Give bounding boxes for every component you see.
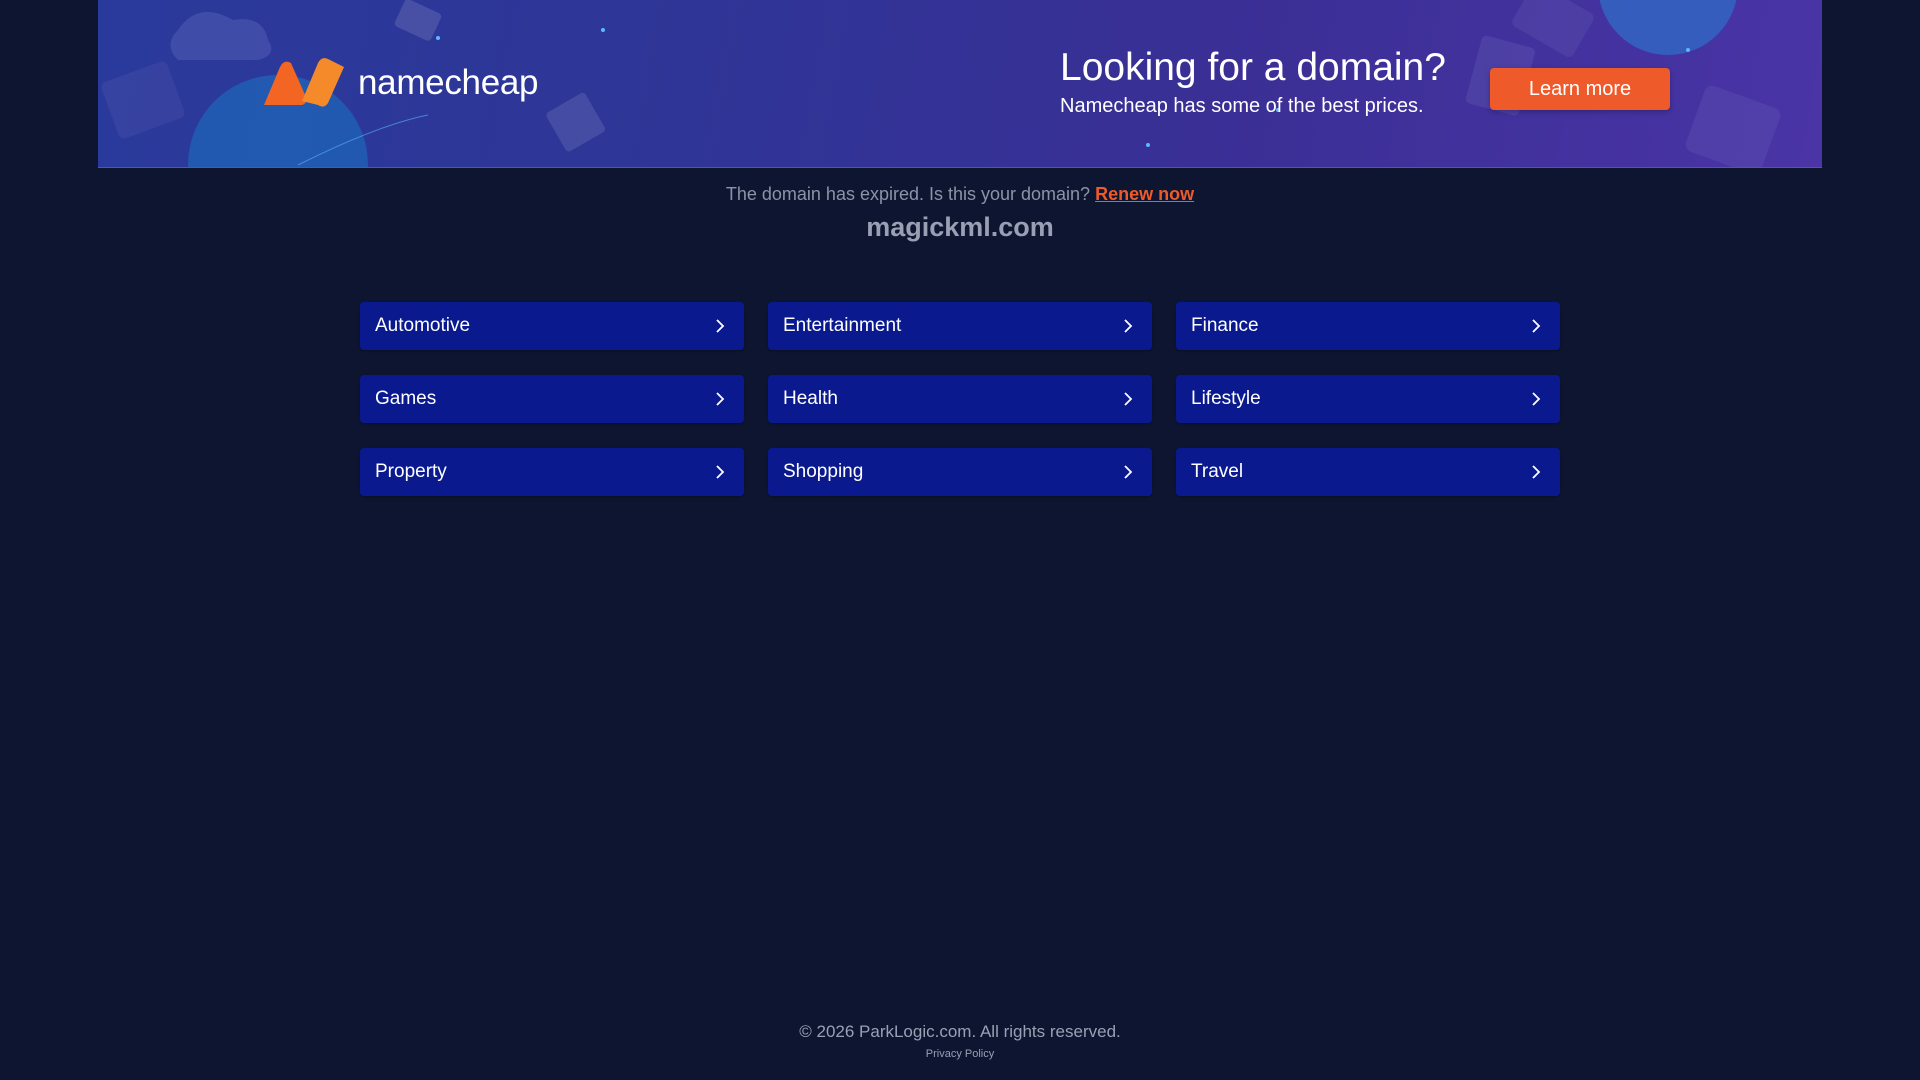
category-travel[interactable]: Travel: [1176, 448, 1560, 496]
category-shopping[interactable]: Shopping: [768, 448, 1152, 496]
chevron-right-icon: [716, 392, 725, 406]
category-entertainment[interactable]: Entertainment: [768, 302, 1152, 350]
category-finance[interactable]: Finance: [1176, 302, 1560, 350]
promo-text: Looking for a domain? Namecheap has some…: [1060, 44, 1446, 118]
category-label: Entertainment: [783, 315, 902, 336]
chevron-right-icon: [1532, 319, 1541, 333]
category-label: Property: [375, 461, 447, 482]
category-label: Health: [783, 388, 838, 409]
category-label: Shopping: [783, 461, 864, 482]
namecheap-ad-banner[interactable]: namecheap Looking for a domain? Namechea…: [98, 0, 1822, 168]
category-label: Lifestyle: [1191, 388, 1261, 409]
category-label: Travel: [1191, 461, 1244, 482]
namecheap-logo[interactable]: namecheap: [260, 57, 539, 109]
privacy-policy-link[interactable]: Privacy Policy: [926, 1048, 994, 1060]
promo-title: Looking for a domain?: [1060, 46, 1446, 89]
parked-domain-page: namecheap Looking for a domain? Namechea…: [0, 0, 1920, 1080]
chevron-right-icon: [1124, 319, 1133, 333]
chevron-right-icon: [716, 319, 725, 333]
category-health[interactable]: Health: [768, 375, 1152, 423]
category-label: Finance: [1191, 315, 1259, 336]
chevron-right-icon: [1532, 465, 1541, 479]
category-grid: Automotive Entertainment Finance Games H…: [360, 302, 1560, 496]
namecheap-logo-icon: [264, 58, 344, 107]
chevron-right-icon: [716, 465, 725, 479]
category-label: Automotive: [375, 315, 471, 336]
domain-name: magickml.com: [866, 212, 1054, 242]
promo-subtitle: Namecheap has some of the best prices.: [1060, 95, 1424, 117]
expired-notice-text: The domain has expired. Is this your dom…: [725, 184, 1091, 204]
footer: © 2026 ParkLogic.com. All rights reserve…: [0, 1022, 1920, 1062]
expired-notice: The domain has expired. Is this your dom…: [0, 184, 1920, 205]
chevron-right-icon: [1124, 465, 1133, 479]
category-property[interactable]: Property: [360, 448, 744, 496]
chevron-right-icon: [1124, 392, 1133, 406]
copyright-text: © 2026 ParkLogic.com. All rights reserve…: [799, 1022, 1121, 1041]
category-label: Games: [375, 388, 437, 409]
learn-more-button[interactable]: Learn more: [1490, 68, 1670, 110]
category-games[interactable]: Games: [360, 375, 744, 423]
renew-now-link[interactable]: Renew now: [1095, 184, 1194, 204]
chevron-right-icon: [1532, 392, 1541, 406]
logo-wordmark: namecheap: [358, 63, 539, 102]
category-lifestyle[interactable]: Lifestyle: [1176, 375, 1560, 423]
category-automotive[interactable]: Automotive: [360, 302, 744, 350]
